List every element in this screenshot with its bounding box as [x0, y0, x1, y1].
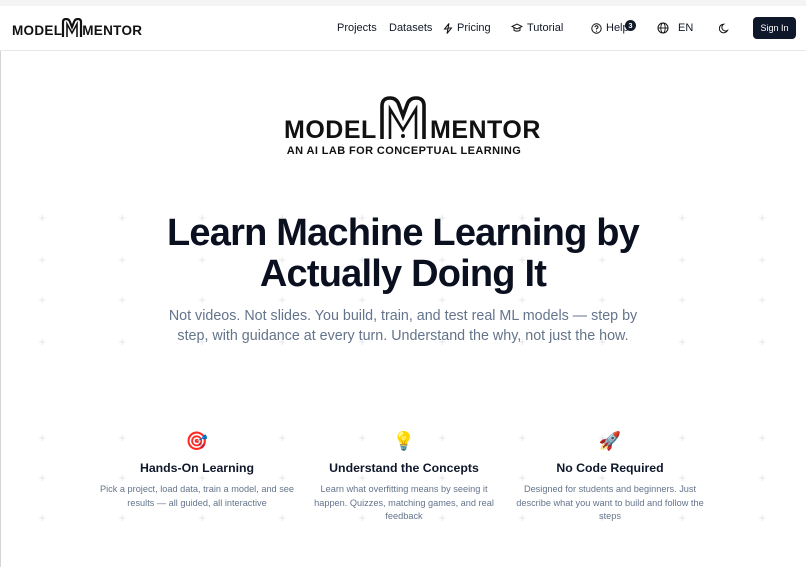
language-selector[interactable]: EN [657, 22, 693, 34]
feature-title: Understand the Concepts [329, 461, 479, 475]
hero-subtitle: Not videos. Not slides. You build, train… [168, 308, 638, 344]
plus-decoration: + [198, 513, 207, 524]
logo-m-icon [62, 18, 83, 37]
plus-decoration: + [678, 337, 687, 348]
nav-help[interactable]: Help [591, 22, 629, 34]
sign-in-button[interactable]: Sign In [753, 17, 796, 39]
brand-left: MODEL [12, 23, 63, 38]
plus-decoration: + [118, 513, 127, 524]
hero-brand-right: MENTOR [430, 116, 541, 144]
top-navbar: MODEL MENTOR Projects Datasets Pricing T… [0, 6, 806, 51]
hero-title: Learn Machine Learning by Actually Doing… [103, 213, 703, 295]
hero-title-line1: Learn Machine Learning by [167, 212, 640, 254]
plus-decoration: + [198, 295, 207, 306]
language-label: EN [678, 22, 694, 34]
plus-decoration: + [278, 295, 287, 306]
help-circle-icon [591, 22, 602, 34]
help-notification-badge: 3 [625, 20, 636, 31]
plus-decoration: + [758, 337, 767, 348]
hero-logo: MODEL MENTOR AN AI LAB FOR CONCEPTUAL LE… [284, 96, 540, 160]
nav-pricing-label: Pricing [457, 22, 491, 34]
feature-description: Designed for students and beginners. Jus… [516, 484, 704, 521]
nav-pricing[interactable]: Pricing [443, 22, 491, 34]
target-icon: 🎯 [185, 431, 209, 452]
feature-card: 💡 Understand the Concepts Learn what ove… [304, 430, 504, 524]
hero-brand-left: MODEL [284, 116, 377, 144]
plus-decoration: + [758, 255, 767, 266]
nav-tutorial[interactable]: Tutorial [511, 22, 563, 34]
theme-toggle[interactable] [719, 23, 730, 34]
nav-datasets[interactable]: Datasets [389, 22, 432, 34]
feature-title: Hands-On Learning [139, 461, 255, 475]
hero-title-line2: Actually Doing It [259, 253, 547, 295]
feature-description: Pick a project, load data, train a model… [99, 484, 295, 508]
plus-decoration: + [758, 513, 767, 524]
plus-decoration: + [38, 213, 47, 224]
plus-decoration: + [38, 295, 47, 306]
moon-icon [719, 23, 729, 34]
plus-decoration: + [678, 295, 687, 306]
plus-decoration: + [758, 213, 767, 224]
feature-card: 🎯 Hands-On Learning Pick a project, load… [97, 430, 297, 510]
plus-decoration: + [598, 295, 607, 306]
plus-decoration: + [358, 295, 367, 306]
feature-title: No Code Required [556, 461, 664, 475]
graduation-cap-icon [511, 23, 523, 32]
feature-card: 🚀 No Code Required Designed for students… [510, 430, 710, 524]
plus-decoration: + [38, 513, 47, 524]
globe-icon [657, 22, 669, 34]
plus-decoration: + [118, 295, 127, 306]
plus-decoration: + [278, 513, 287, 524]
plus-decoration: + [118, 337, 127, 348]
plus-decoration: + [438, 295, 447, 306]
lightning-icon [443, 22, 453, 34]
rocket-icon: 🚀 [598, 431, 622, 452]
hero-logo-m-icon [380, 96, 426, 139]
feature-description: Learn what overfitting means by seeing i… [314, 484, 494, 521]
nav-tutorial-label: Tutorial [527, 22, 564, 34]
brand-right: MENTOR [82, 23, 143, 38]
hero-tagline: AN AI LAB FOR CONCEPTUAL LEARNING [286, 145, 522, 157]
plus-decoration: + [38, 473, 47, 484]
nav-projects[interactable]: Projects [337, 22, 377, 34]
plus-decoration: + [38, 433, 47, 444]
plus-decoration: + [38, 255, 47, 266]
plus-decoration: + [758, 295, 767, 306]
lightbulb-icon: 💡 [392, 431, 416, 452]
brand-logo[interactable]: MODEL MENTOR [12, 18, 142, 38]
plus-decoration: + [758, 433, 767, 444]
plus-decoration: + [38, 337, 47, 348]
plus-decoration: + [758, 473, 767, 484]
plus-decoration: + [518, 295, 527, 306]
